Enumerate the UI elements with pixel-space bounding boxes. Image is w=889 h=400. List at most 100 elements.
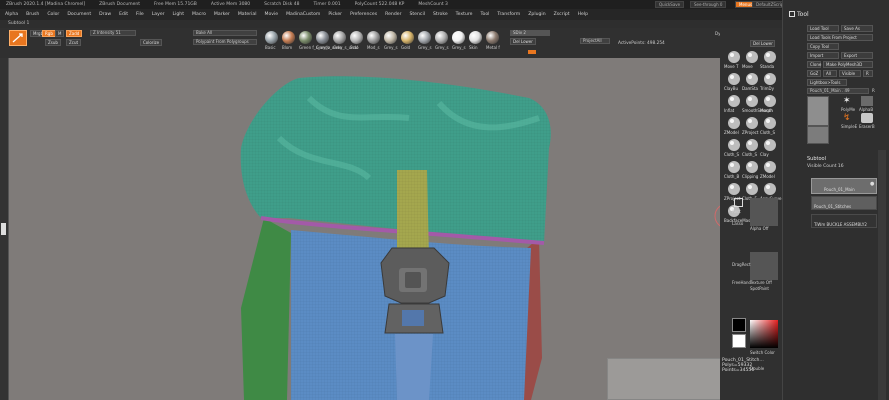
subtool-item[interactable]: Pouch_01_Stitches — [811, 196, 877, 210]
alpha-slot[interactable] — [750, 198, 778, 226]
goz-button[interactable]: GoZ — [807, 70, 821, 77]
matcap-sphere[interactable] — [350, 31, 363, 44]
sdiv-slider[interactable]: SDiv 2 — [510, 30, 550, 36]
menu-madinacustom[interactable]: MadinaCustom — [286, 12, 320, 17]
matcap-sphere[interactable] — [435, 31, 448, 44]
menu-transform[interactable]: Transform — [497, 12, 520, 17]
secondary-color-swatch[interactable] — [732, 334, 746, 348]
menu-stroke[interactable]: Stroke — [433, 12, 448, 17]
load-from-project-button[interactable]: Load Tools From Project — [807, 34, 873, 41]
all-button[interactable]: All — [823, 70, 837, 77]
lightbox-tools-button[interactable]: Lightbox>Tools — [807, 79, 847, 86]
project-all-button[interactable]: ProjectAll — [580, 38, 610, 44]
z-intensity-slider[interactable]: Z Intensity 51 — [90, 30, 136, 36]
subtool-heading[interactable]: Subtool — [807, 156, 826, 162]
menu-tool[interactable]: Tool — [480, 12, 489, 17]
menu-draw[interactable]: Draw — [99, 12, 111, 17]
matcap-sphere[interactable] — [486, 31, 499, 44]
menu-document[interactable]: Document — [67, 12, 91, 17]
current-tool-thumbnail[interactable] — [807, 96, 829, 126]
rgb-button[interactable]: Rgb — [42, 30, 56, 37]
rect-icon[interactable] — [734, 198, 743, 207]
eye-icon[interactable]: ● — [870, 180, 874, 189]
menu-stencil[interactable]: Stencil — [409, 12, 425, 17]
quicksave-button[interactable]: QuickSave — [655, 1, 685, 8]
tool-panel-scrollbar[interactable] — [878, 150, 886, 400]
menu-material[interactable]: Material — [238, 12, 257, 17]
color-picker[interactable] — [750, 320, 778, 348]
spot-paint[interactable]: SpotPaint — [750, 286, 769, 291]
polymesh-star-icon[interactable]: ✶ — [843, 96, 851, 106]
zadd-button[interactable]: Zadd — [66, 30, 83, 37]
del-lower-button[interactable]: Del Lower — [510, 38, 536, 45]
tool-panel-pin-icon[interactable] — [789, 11, 795, 17]
r-button[interactable]: R — [863, 70, 873, 77]
clone-button[interactable]: Clone — [807, 61, 821, 68]
load-tool-button[interactable]: Load Tool — [807, 25, 839, 32]
menu-color[interactable]: Color — [47, 12, 59, 17]
menu-picker[interactable]: Picker — [328, 12, 342, 17]
simple-brush-icon[interactable]: ↯ — [843, 113, 851, 123]
make-polymesh-button[interactable]: Make PolyMesh3D — [823, 61, 873, 68]
current-tool-slider[interactable]: Pouch_01_Main . 49 — [807, 88, 869, 94]
menu-preferences[interactable]: Preferences — [350, 12, 377, 17]
matcap-sphere[interactable] — [265, 31, 278, 44]
right-shelf: Del Lower Move T Move Standa ClayBu DamSta Tr… — [720, 28, 782, 400]
brush-label: Cloth_S — [742, 152, 757, 157]
subtool-tab[interactable]: Subtool 1 — [0, 20, 889, 28]
matcap-sphere[interactable] — [299, 31, 312, 44]
del-lower-right-button[interactable]: Del Lower — [750, 40, 775, 47]
brush-sphere-icon — [764, 117, 776, 129]
menu-layer[interactable]: Layer — [152, 12, 165, 17]
matcap-sphere[interactable] — [367, 31, 380, 44]
zcut-button[interactable]: Zcut — [66, 39, 82, 46]
matcap-label: Skin — [469, 45, 478, 50]
menu-marker[interactable]: Marker — [214, 12, 230, 17]
drag-rect[interactable]: DragRect — [732, 262, 751, 267]
menu-zplugin[interactable]: Zplugin — [528, 12, 545, 17]
eraser-brush-icon[interactable] — [861, 113, 873, 123]
matcap-sphere[interactable] — [418, 31, 431, 44]
matcap-sphere[interactable] — [316, 31, 329, 44]
subtool-item[interactable]: TiWm BUCKLE ASSEMBLY2 — [811, 214, 877, 228]
primary-color-swatch[interactable] — [732, 318, 746, 332]
menu-macro[interactable]: Macro — [192, 12, 206, 17]
freehand[interactable]: FreeHand — [732, 280, 751, 285]
menu-help[interactable]: Help — [578, 12, 588, 17]
matcap-sphere[interactable] — [282, 31, 295, 44]
menu-texture[interactable]: Texture — [456, 12, 473, 17]
alpha-brush-icon[interactable] — [861, 96, 873, 106]
import-button[interactable]: Import — [807, 52, 839, 59]
navigation-widget[interactable] — [607, 358, 721, 400]
bake-all-button[interactable]: Bake All — [193, 30, 257, 36]
m-button[interactable]: M — [55, 30, 65, 37]
texture-slot[interactable] — [750, 252, 778, 280]
menu-alpha[interactable]: Alpha — [5, 12, 18, 17]
zsub-button[interactable]: Zsub — [45, 39, 61, 46]
matcap-sphere[interactable] — [469, 31, 482, 44]
see-through-slider[interactable]: See-through 0 — [690, 1, 727, 8]
menu-movie[interactable]: Movie — [264, 12, 278, 17]
polypaint-from-polygroups-button[interactable]: Polypaint From Polygroups — [193, 39, 257, 45]
menu-brush[interactable]: Brush — [26, 12, 39, 17]
menu-light[interactable]: Light — [173, 12, 184, 17]
matcap-sphere[interactable] — [333, 31, 346, 44]
menu-file[interactable]: File — [136, 12, 144, 17]
copy-tool-button[interactable]: Copy Tool — [807, 43, 839, 50]
menu-edit[interactable]: Edit — [119, 12, 128, 17]
export-button[interactable]: Export — [841, 52, 873, 59]
colorize-button[interactable]: Colorize — [140, 39, 163, 46]
subtool-item[interactable]: Pouch_01_Main ● — [811, 178, 877, 194]
matcap-sphere[interactable] — [452, 31, 465, 44]
tool-thumbnail-small[interactable] — [807, 126, 829, 144]
visible-button[interactable]: Visible — [839, 70, 861, 77]
matcap-sphere[interactable] — [384, 31, 397, 44]
left-collapse-handle[interactable] — [1, 223, 6, 235]
menu-render[interactable]: Render — [385, 12, 401, 17]
save-as-button[interactable]: Save As — [841, 25, 873, 32]
switch-color[interactable]: Switch Color — [750, 350, 775, 355]
edit-button[interactable] — [9, 30, 27, 46]
canvas-viewport[interactable] — [8, 58, 740, 400]
matcap-sphere[interactable] — [401, 31, 414, 44]
menu-zscript[interactable]: Zscript — [554, 12, 570, 17]
